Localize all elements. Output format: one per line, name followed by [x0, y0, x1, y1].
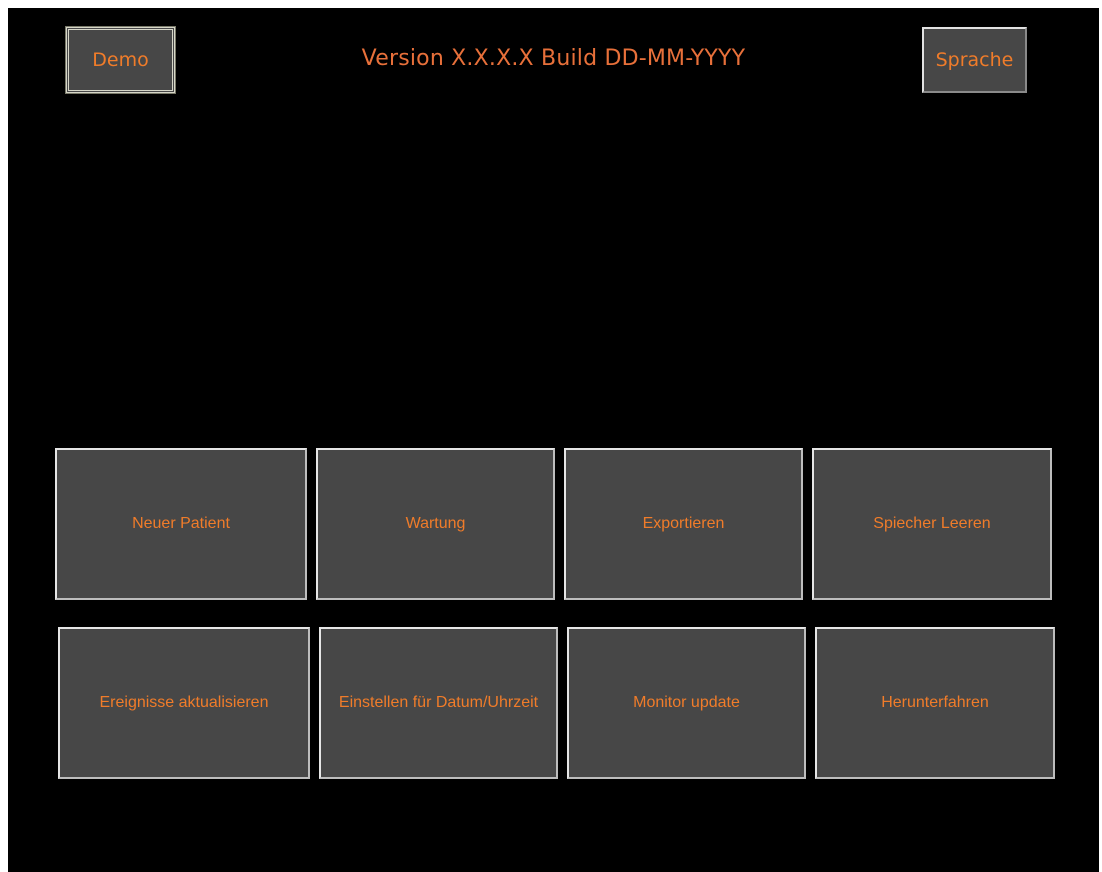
date-time-settings-button[interactable]: Einstellen für Datum/Uhrzeit — [319, 627, 558, 779]
clear-memory-button[interactable]: Spiecher Leeren — [812, 448, 1052, 600]
update-events-button[interactable]: Ereignisse aktualisieren — [58, 627, 310, 779]
shutdown-button[interactable]: Herunterfahren — [815, 627, 1055, 779]
new-patient-button[interactable]: Neuer Patient — [55, 448, 307, 600]
monitor-update-button[interactable]: Monitor update — [567, 627, 806, 779]
main-screen: Demo Version X.X.X.X Build DD-MM-YYYY Sp… — [8, 8, 1099, 872]
maintenance-button[interactable]: Wartung — [316, 448, 555, 600]
language-button[interactable]: Sprache — [922, 27, 1027, 93]
export-button[interactable]: Exportieren — [564, 448, 803, 600]
